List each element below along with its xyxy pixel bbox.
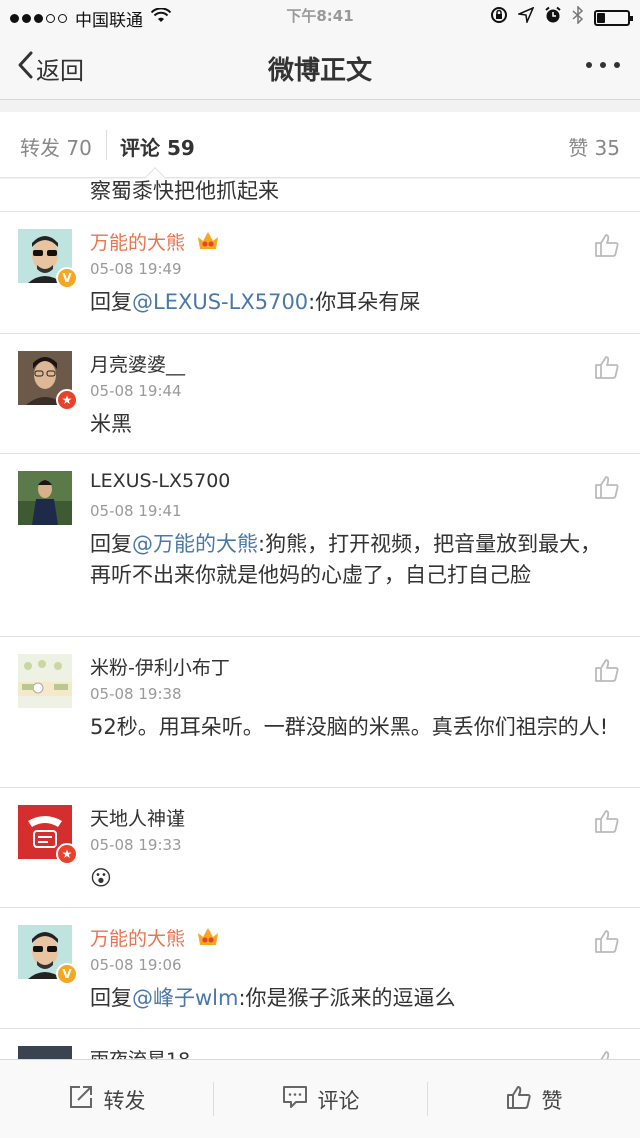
like-post-button[interactable]: 赞 [428,1060,640,1138]
tab-comments-label: 评论 [120,136,160,160]
tab-comments-count: 59 [166,136,195,160]
list-item[interactable]: ★ 天地人神谨 05-08 19:33 😮 [0,788,640,908]
list-item[interactable]: V 万能的大熊 05-08 19:06 回复@峰子wlm:你是猴子派来的逗逼么 [0,908,640,1029]
like-button[interactable] [594,808,620,834]
comment-time: 05-08 19:44 [90,382,182,400]
mention-link[interactable]: @万能的大熊 [132,532,258,556]
comment-username[interactable]: LEXUS-LX5700 [90,470,230,492]
comment-username[interactable]: 万能的大熊 [90,228,185,255]
comment-text: 米黑 [90,412,132,436]
comment-time: 05-08 19:41 [90,502,182,520]
vip-crown-icon [196,229,220,251]
comment-body: 回复@LEXUS-LX5700:你耳朵有屎 [90,287,610,318]
like-button[interactable] [594,657,620,683]
comment-time: 05-08 19:06 [90,956,182,974]
status-right [490,5,633,29]
comment-username[interactable]: 万能的大熊 [90,924,185,951]
like-button[interactable] [594,474,620,500]
comment-text: 52秒。用耳朵听。一群没脑的米黑。真丢你们祖宗的人! [90,715,609,739]
star-badge-icon: ★ [56,389,78,411]
avatar[interactable]: ★ [18,351,78,411]
list-item[interactable]: V 万能的大熊 05-08 19:49 回复@LEXUS-LX5700:你耳朵有… [0,212,640,334]
avatar[interactable]: V [18,229,78,289]
verified-badge-icon: V [56,963,78,985]
verified-badge-icon: V [56,267,78,289]
alarm-icon [544,6,562,29]
repost-button[interactable]: 转发 [0,1060,213,1138]
avatar[interactable] [18,1046,72,1059]
tab-repost[interactable]: 转发 70 [20,132,92,161]
tab-likes[interactable]: 赞 35 [568,132,620,161]
list-item[interactable]: 米粉-伊利小布丁 05-08 19:38 52秒。用耳朵听。一群没脑的米黑。真丢… [0,637,640,788]
list-item[interactable]: 察蜀黍快把他抓起来 [0,179,640,212]
vip-crown-icon [196,925,220,947]
battery-icon [594,9,633,26]
tab-divider [106,130,107,160]
comment-username[interactable]: 雨夜流星18 [90,1045,190,1059]
repost-label: 转发 [103,1088,146,1113]
page-title: 微博正文 [267,56,372,86]
bluetooth-icon [572,5,584,29]
like-button[interactable] [594,1049,620,1059]
share-icon [68,1084,94,1115]
mention-link[interactable]: @LEXUS-LX5700 [132,290,308,314]
surprised-emoji-icon: 😮 [90,866,112,890]
comment-username[interactable]: 米粉-伊利小布丁 [90,653,230,680]
location-icon [516,6,535,28]
reply-prefix: 回复 [90,290,132,314]
rotation-lock-icon [490,6,508,29]
comment-body: 😮 [90,863,610,894]
comment-username[interactable]: 月亮婆婆__ [90,350,185,377]
comment-time: 05-08 19:49 [90,260,182,278]
list-item[interactable]: 雨夜流星18 [0,1029,640,1059]
list-item[interactable]: ★ 月亮婆婆__ 05-08 19:44 米黑 [0,334,640,454]
comment-button[interactable]: 评论 [214,1060,427,1138]
avatar[interactable] [18,471,72,525]
star-badge-icon: ★ [56,843,78,865]
reply-prefix: 回复 [90,986,132,1010]
list-item[interactable]: LEXUS-LX5700 05-08 19:41 回复@万能的大熊:狗熊，打开视… [0,454,640,637]
comment-label: 评论 [317,1088,360,1113]
thumbs-up-icon [506,1084,532,1115]
like-button[interactable] [594,232,620,258]
comment-icon [282,1084,308,1115]
comment-time: 05-08 19:33 [90,836,182,854]
comment-text: :你是猴子派来的逗逼么 [238,986,456,1010]
bottom-action-bar: 转发 评论 赞 [0,1059,640,1138]
comment-text: 察蜀黍快把他抓起来 [90,179,279,203]
reply-prefix: 回复 [90,532,132,556]
comment-body: 回复@万能的大熊:狗熊，打开视频，把音量放到最大，再听不出来你就是他妈的心虚了，… [90,529,610,591]
more-options-button[interactable] [586,62,620,68]
nav-bar: 返回 微博正文 [0,34,640,100]
like-button[interactable] [594,354,620,380]
comment-body: 回复@峰子wlm:你是猴子派来的逗逼么 [90,983,610,1014]
avatar[interactable]: V [18,925,78,985]
comment-list[interactable]: 察蜀黍快把他抓起来 V 万能的大熊 05-08 19:49 回复@LEXUS-L… [0,179,640,1059]
comment-body: 52秒。用耳朵听。一群没脑的米黑。真丢你们祖宗的人! [90,712,610,743]
comment-body: 米黑 [90,409,610,440]
status-bar: 中国联通 下午8:41 [0,0,640,34]
avatar[interactable] [18,654,72,708]
tab-bar: 转发 70 评论 59 赞 35 [0,112,640,187]
like-label: 赞 [541,1088,563,1113]
comment-text: :你耳朵有屎 [308,290,421,314]
mention-link[interactable]: @峰子wlm [132,986,238,1010]
comment-time: 05-08 19:38 [90,685,182,703]
tab-comments[interactable]: 评论 59 [120,132,195,161]
like-button[interactable] [594,928,620,954]
avatar[interactable]: ★ [18,805,78,865]
comment-username[interactable]: 天地人神谨 [90,804,185,831]
